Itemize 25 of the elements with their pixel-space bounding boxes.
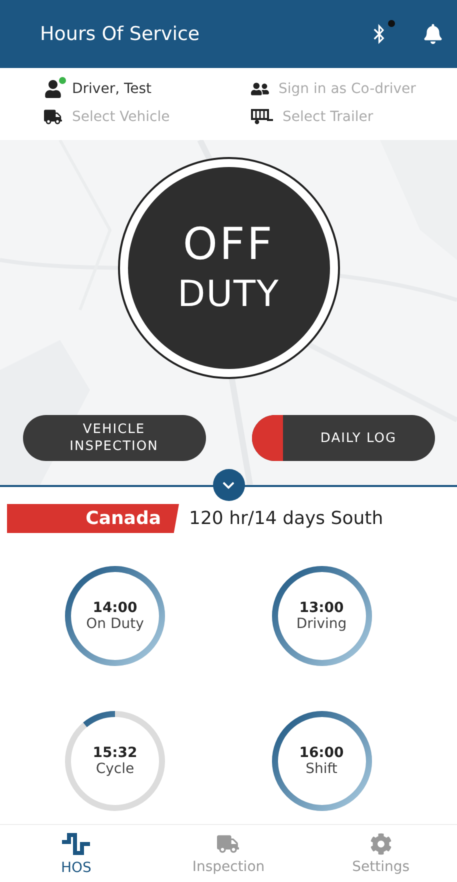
truck-icon — [217, 832, 240, 854]
selector-link[interactable]: Driver, Test — [72, 81, 152, 97]
people-icon — [250, 80, 268, 98]
action-button[interactable]: VEHICLE INSPECTION — [22, 415, 206, 461]
action-button[interactable]: DAILY LOG — [252, 415, 434, 461]
clock-label: Driving — [296, 616, 347, 632]
settings-icon — [370, 832, 392, 854]
truck-icon — [44, 108, 62, 126]
bell-icon[interactable] — [423, 24, 443, 44]
header-title: Hours Of Service — [40, 23, 201, 45]
person-icon — [44, 80, 62, 98]
clock-label: On Duty — [86, 616, 144, 632]
clock-label: Cycle — [96, 760, 134, 776]
country-banner: Canada — [7, 504, 179, 533]
trailer-icon — [250, 109, 272, 125]
status-text: OFF — [182, 218, 274, 272]
clock-label: Shift — [306, 760, 338, 776]
clock-time: 14:00 — [92, 600, 138, 616]
clock-time: 16:00 — [299, 744, 344, 760]
clock-time: 13:00 — [299, 600, 344, 616]
clock-time: 15:32 — [92, 744, 138, 760]
status-text: DUTY — [177, 273, 280, 317]
nav-tab[interactable]: HOS — [21, 830, 132, 876]
step-line-icon — [60, 832, 92, 856]
cycle-rule: 120 hr/14 days South — [189, 508, 384, 529]
